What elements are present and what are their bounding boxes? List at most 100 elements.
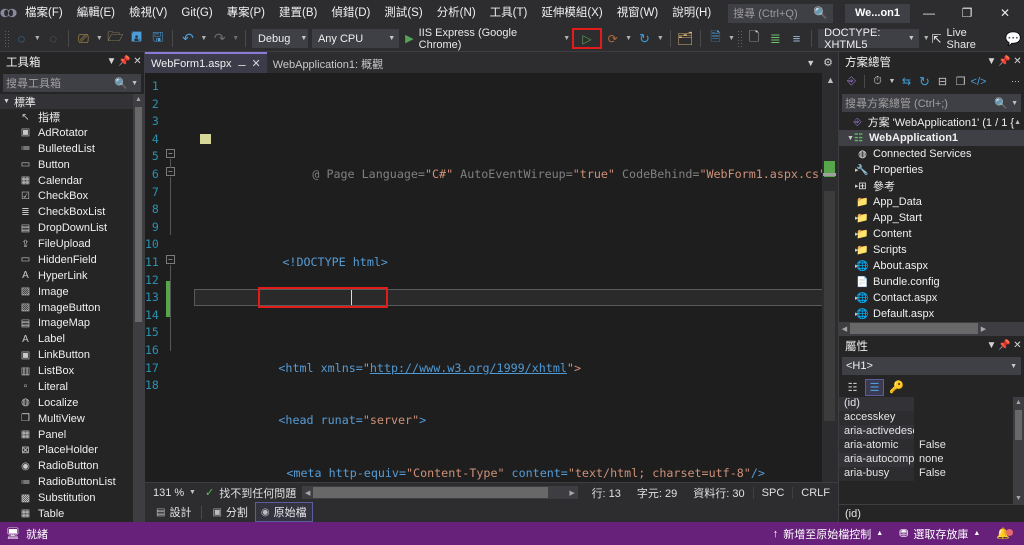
properties-scrollbar[interactable]: ▲ ▼ — [1013, 397, 1024, 504]
property-value[interactable] — [914, 425, 1013, 439]
property-value[interactable]: False — [914, 439, 1013, 453]
toolbox-item[interactable]: ▨ Image — [0, 284, 133, 300]
solution-tree-row[interactable]: ▸ 🌐 Contact.aspx — [839, 290, 1024, 306]
uncomment-selection-icon[interactable]: ≡ — [786, 28, 807, 50]
toolbox-item[interactable]: ☑ CheckBox — [0, 189, 133, 205]
tab-close-icon[interactable]: ✕ — [251, 57, 260, 70]
toolbox-item[interactable]: ❐ MultiView — [0, 411, 133, 427]
solution-tree-row[interactable]: ▸ 🌐 About.aspx — [839, 258, 1024, 274]
solution-tree-row[interactable]: ▸ ⊞ 參考 — [839, 178, 1024, 194]
properties-pin-icon[interactable]: 📌 — [998, 340, 1011, 351]
solution-tree-row[interactable]: ▸ 📁 App_Start — [839, 210, 1024, 226]
add-to-source-control-button[interactable]: ↑ 新增至原始檔控制 ▲ — [765, 522, 891, 545]
properties-window-icon[interactable]: ❐ — [952, 73, 969, 91]
start-without-debugging-icon[interactable]: ▷ — [576, 28, 598, 50]
menu-help[interactable]: 說明(H) — [665, 2, 718, 24]
solution-tree-row[interactable]: 📄 Bundle.config — [839, 274, 1024, 290]
tree-expander-icon[interactable]: ▸ — [839, 246, 859, 254]
menu-file[interactable]: 檔案(F) — [18, 2, 70, 24]
toolbox-item[interactable]: ▤ DropDownList — [0, 220, 133, 236]
zoom-level[interactable]: 131 % — [145, 487, 189, 499]
toolbox-item[interactable]: ▣ LinkButton — [0, 347, 133, 363]
redo-icon[interactable]: ↷ — [209, 28, 230, 50]
toolbox-item[interactable]: ▣ AdRotator — [0, 125, 133, 141]
hot-reload-dropdown-icon[interactable]: ▼ — [623, 28, 634, 50]
code-l5-url[interactable]: http://www.w3.org/1999/xhtml — [370, 361, 567, 375]
toolbox-close-icon[interactable]: ✕ — [131, 56, 144, 67]
navigate-forward-icon[interactable]: ◌ — [43, 28, 64, 50]
property-value[interactable] — [914, 411, 1013, 425]
menu-tools[interactable]: 工具(T) — [483, 2, 535, 24]
save-all-icon[interactable]: 🖫 — [147, 28, 168, 50]
hot-reload-icon[interactable]: ⟳ — [602, 28, 623, 50]
toolbox-item[interactable]: ▭ HiddenField — [0, 252, 133, 268]
scroll-up-icon[interactable]: ▲ — [135, 94, 142, 105]
toolbox-item[interactable]: ⊠ PlaceHolder — [0, 443, 133, 459]
menu-git[interactable]: Git(G) — [174, 2, 219, 24]
tab-webapplication1-overview[interactable]: WebApplication1: 概觀 — [266, 52, 396, 73]
menu-project[interactable]: 專案(P) — [220, 2, 272, 24]
scrollbar-thumb-editor[interactable] — [824, 191, 835, 421]
window-layout-dropdown-icon[interactable]: ▼ — [726, 28, 737, 50]
solution-tree-row[interactable]: ▸ 🔧 Properties — [839, 162, 1024, 178]
property-row[interactable]: (id) — [839, 397, 1013, 411]
toolbox-item[interactable]: ≔ BulletedList — [0, 141, 133, 157]
code-content[interactable]: @ Page Language="C#" AutoEventWireup="tr… — [166, 73, 822, 482]
code-area[interactable]: 1 2 3 4 5 6 7 8 9 10 11 12 13 14 15 16 17 18 − − − — [145, 73, 822, 482]
toolbar-grip[interactable] — [4, 29, 11, 48]
tree-expander-icon[interactable]: ▸ — [839, 182, 859, 190]
toolbox-item[interactable]: ▩ Substitution — [0, 490, 133, 506]
toolbox-item[interactable]: ▦ Panel — [0, 427, 133, 443]
tab-webform1-aspx[interactable]: WebForm1.aspx ⚊ ✕ — [145, 52, 267, 73]
property-row[interactable]: aria-activedesce — [839, 425, 1013, 439]
solution-tree-row[interactable]: ▸ 📁 Content — [839, 226, 1024, 242]
tab-list-dropdown-icon[interactable]: ▼ — [806, 58, 815, 68]
select-repository-button[interactable]: ⛃ 選取存放庫 ▲ — [891, 522, 988, 545]
tree-expander-icon[interactable]: ▸ — [839, 166, 859, 174]
toolbox-item[interactable]: ◉ RadioButton — [0, 458, 133, 474]
live-share-button[interactable]: ⇱ Live Share — [931, 27, 1002, 51]
notifications-button[interactable]: 🔔 — [988, 527, 1018, 540]
project-expander[interactable]: ▼ — [839, 135, 854, 142]
solution-explorer-pin-icon[interactable]: 📌 — [998, 56, 1011, 67]
menu-debug[interactable]: 偵錯(D) — [324, 2, 377, 24]
feedback-icon[interactable]: 💬 — [1003, 28, 1024, 50]
tree-expander-icon[interactable]: ▸ — [839, 294, 859, 302]
chevron-down-icon-toolbox-search[interactable]: ▼ — [131, 80, 138, 87]
new-item-dropdown-icon[interactable]: ▼ — [94, 28, 105, 50]
history-dropdown-icon[interactable]: ▼ — [887, 73, 897, 91]
sol-hscroll-right-icon[interactable]: ▶ — [978, 325, 989, 333]
account-button[interactable]: We...on1 — [844, 3, 910, 23]
restart-icon[interactable]: ↻ — [634, 28, 655, 50]
hscroll-right-icon[interactable]: ▶ — [567, 489, 578, 497]
editor-vertical-scrollbar[interactable]: ▲ — [822, 73, 838, 482]
solution-platform-combo[interactable]: Any CPU ▼ — [311, 29, 400, 48]
sync-icon[interactable]: ⇆ — [898, 73, 915, 91]
collapse-all-icon[interactable]: ⊟ — [934, 73, 951, 91]
toolbox-item[interactable]: ▭ Button — [0, 157, 133, 173]
minimize-button[interactable]: — — [910, 0, 948, 26]
menu-analyze[interactable]: 分析(N) — [430, 2, 483, 24]
props-scroll-down-icon[interactable]: ▼ — [1015, 493, 1022, 504]
toolbar-overflow-icon[interactable]: ▼ — [921, 28, 932, 50]
solution-tree-row[interactable]: ◍ Connected Services — [839, 146, 1024, 162]
search-in-files-icon[interactable]: 🗂 — [675, 28, 696, 50]
zoom-dropdown-icon[interactable]: ▼ — [189, 489, 205, 496]
solution-configuration-combo[interactable]: Debug ▼ — [251, 29, 308, 48]
toolbox-item[interactable]: ▦ Calendar — [0, 173, 133, 189]
show-all-files-icon[interactable]: </> — [970, 73, 987, 91]
property-value[interactable]: none — [914, 453, 1013, 467]
comment-selection-icon[interactable]: ≣ — [765, 28, 786, 50]
solution-root-row[interactable]: ⎆ 方案 'WebApplication1' (1 / 1 { ▲ — [839, 114, 1024, 130]
sol-hscroll-left-icon[interactable]: ◀ — [839, 325, 850, 333]
menu-build[interactable]: 建置(B) — [272, 2, 324, 24]
toolbox-scrollbar[interactable]: ▲ — [133, 94, 144, 522]
properties-close-icon[interactable]: ✕ — [1011, 340, 1024, 351]
solution-explorer-close-icon[interactable]: ✕ — [1011, 56, 1024, 67]
global-search-box[interactable]: 搜尋 (Ctrl+Q) 🔍 — [728, 3, 833, 23]
restart-dropdown-icon[interactable]: ▼ — [655, 28, 666, 50]
solution-tree-row[interactable]: 📁 App_Data — [839, 194, 1024, 210]
close-button[interactable]: ✕ — [986, 0, 1024, 26]
toolbox-item[interactable]: ⇪ FileUpload — [0, 236, 133, 252]
restore-button[interactable]: ❐ — [948, 0, 986, 26]
